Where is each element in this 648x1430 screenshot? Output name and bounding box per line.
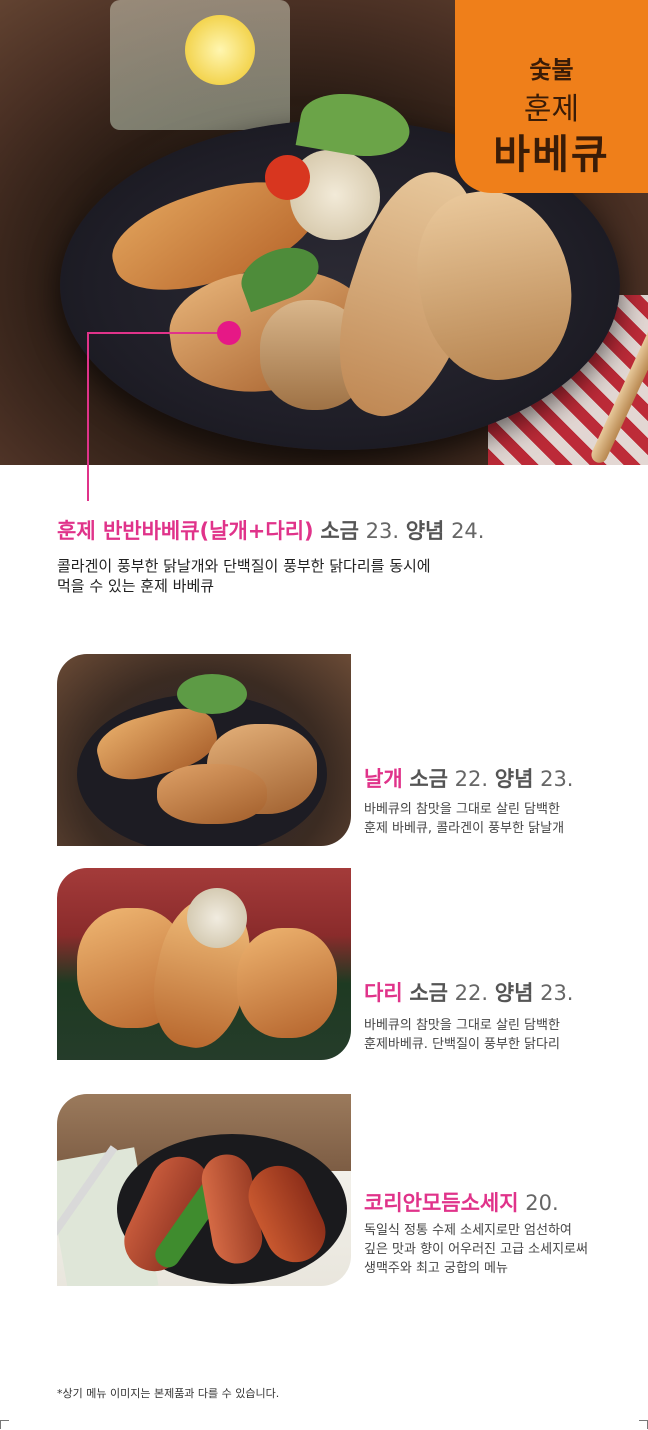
- item-sausage-description: 독일식 정통 수제 소세지로만 엄선하여 깊은 맛과 향이 어우러진 고급 소세…: [364, 1221, 634, 1278]
- crop-mark: [639, 1420, 648, 1429]
- item-legs-description: 바베큐의 참맛을 그대로 살린 담백한 훈제바베큐. 단백질이 풍부한 닭다리: [364, 1016, 634, 1054]
- lemon-slice: [185, 15, 255, 85]
- footnote: *상기 메뉴 이미지는 본제품과 다를 수 있습니다.: [57, 1387, 280, 1400]
- item-sausage-title: 코리안모듬소세지 20.: [364, 1187, 559, 1217]
- item-wings-title: 날개 소금 22. 양념 23.: [364, 763, 573, 793]
- item-price: 20.: [525, 1191, 559, 1215]
- item-wings-description: 바베큐의 참맛을 그대로 살린 담백한 훈제 바베큐, 콜라겐이 풍부한 닭날개: [364, 800, 634, 838]
- herb-garnish: [177, 674, 247, 714]
- main-desc-line2: 먹을 수 있는 훈제 바베큐: [57, 577, 215, 595]
- item-name: 날개: [364, 767, 403, 791]
- main-item-title: 훈제 반반바베큐(날개+다리) 소금 23. 양념 24.: [57, 515, 484, 545]
- item-name: 코리안모듬소세지: [364, 1191, 519, 1215]
- item-name: 다리: [364, 981, 403, 1005]
- desc-line: 훈제 바베큐, 콜라겐이 풍부한 닭날개: [364, 821, 565, 836]
- desc-line: 깊은 맛과 향이 어우러진 고급 소세지로써: [364, 1242, 588, 1257]
- badge-line1: 숯불: [529, 55, 574, 84]
- item-sauce-price: 23.: [540, 767, 574, 791]
- callout-line-vertical: [87, 333, 89, 501]
- main-item-salt-label: 소금: [320, 519, 359, 543]
- badge-line3: 바베큐: [493, 132, 610, 178]
- item-sauce-label: 양념: [494, 981, 534, 1005]
- item-salt-label: 소금: [409, 767, 448, 791]
- crop-mark: [0, 1420, 9, 1429]
- desc-line: 바베큐의 참맛을 그대로 살린 담백한: [364, 802, 560, 817]
- item-salt-label: 소금: [409, 981, 448, 1005]
- item-salt-price: 22.: [454, 767, 489, 791]
- wings-photo: [57, 654, 351, 846]
- main-item-sauce-price: 24.: [451, 519, 485, 543]
- drumsticks-photo: [57, 868, 351, 1060]
- desc-line: 바베큐의 참맛을 그대로 살린 담백한: [364, 1018, 560, 1033]
- main-desc-line1: 콜라겐이 풍부한 닭날개와 단백질이 풍부한 닭다리를 동시에: [57, 557, 431, 575]
- desc-line: 생맥주와 최고 궁합의 메뉴: [364, 1261, 508, 1276]
- sausage-photo: [57, 1094, 351, 1286]
- desc-line: 독일식 정통 수제 소세지로만 엄선하여: [364, 1223, 572, 1238]
- garlic: [187, 888, 247, 948]
- cherry-tomato: [265, 155, 310, 200]
- main-item-salt-price: 23.: [365, 519, 400, 543]
- callout-line-horizontal: [87, 332, 229, 334]
- main-item-description: 콜라겐이 풍부한 닭날개와 단백질이 풍부한 닭다리를 동시에 먹을 수 있는 …: [57, 556, 477, 596]
- item-sauce-label: 양념: [494, 767, 534, 791]
- callout-dot: [217, 321, 241, 345]
- main-item-sauce-label: 양념: [405, 519, 445, 543]
- title-badge: 숯불 훈제 바베큐: [455, 0, 648, 193]
- chicken-drumstick: [237, 928, 337, 1038]
- item-sauce-price: 23.: [540, 981, 574, 1005]
- chicken-wing: [157, 764, 267, 824]
- item-legs-title: 다리 소금 22. 양념 23.: [364, 977, 573, 1007]
- desc-line: 훈제바베큐. 단백질이 풍부한 닭다리: [364, 1037, 560, 1052]
- main-item-name: 훈제 반반바베큐(날개+다리): [57, 519, 314, 543]
- item-salt-price: 22.: [454, 981, 489, 1005]
